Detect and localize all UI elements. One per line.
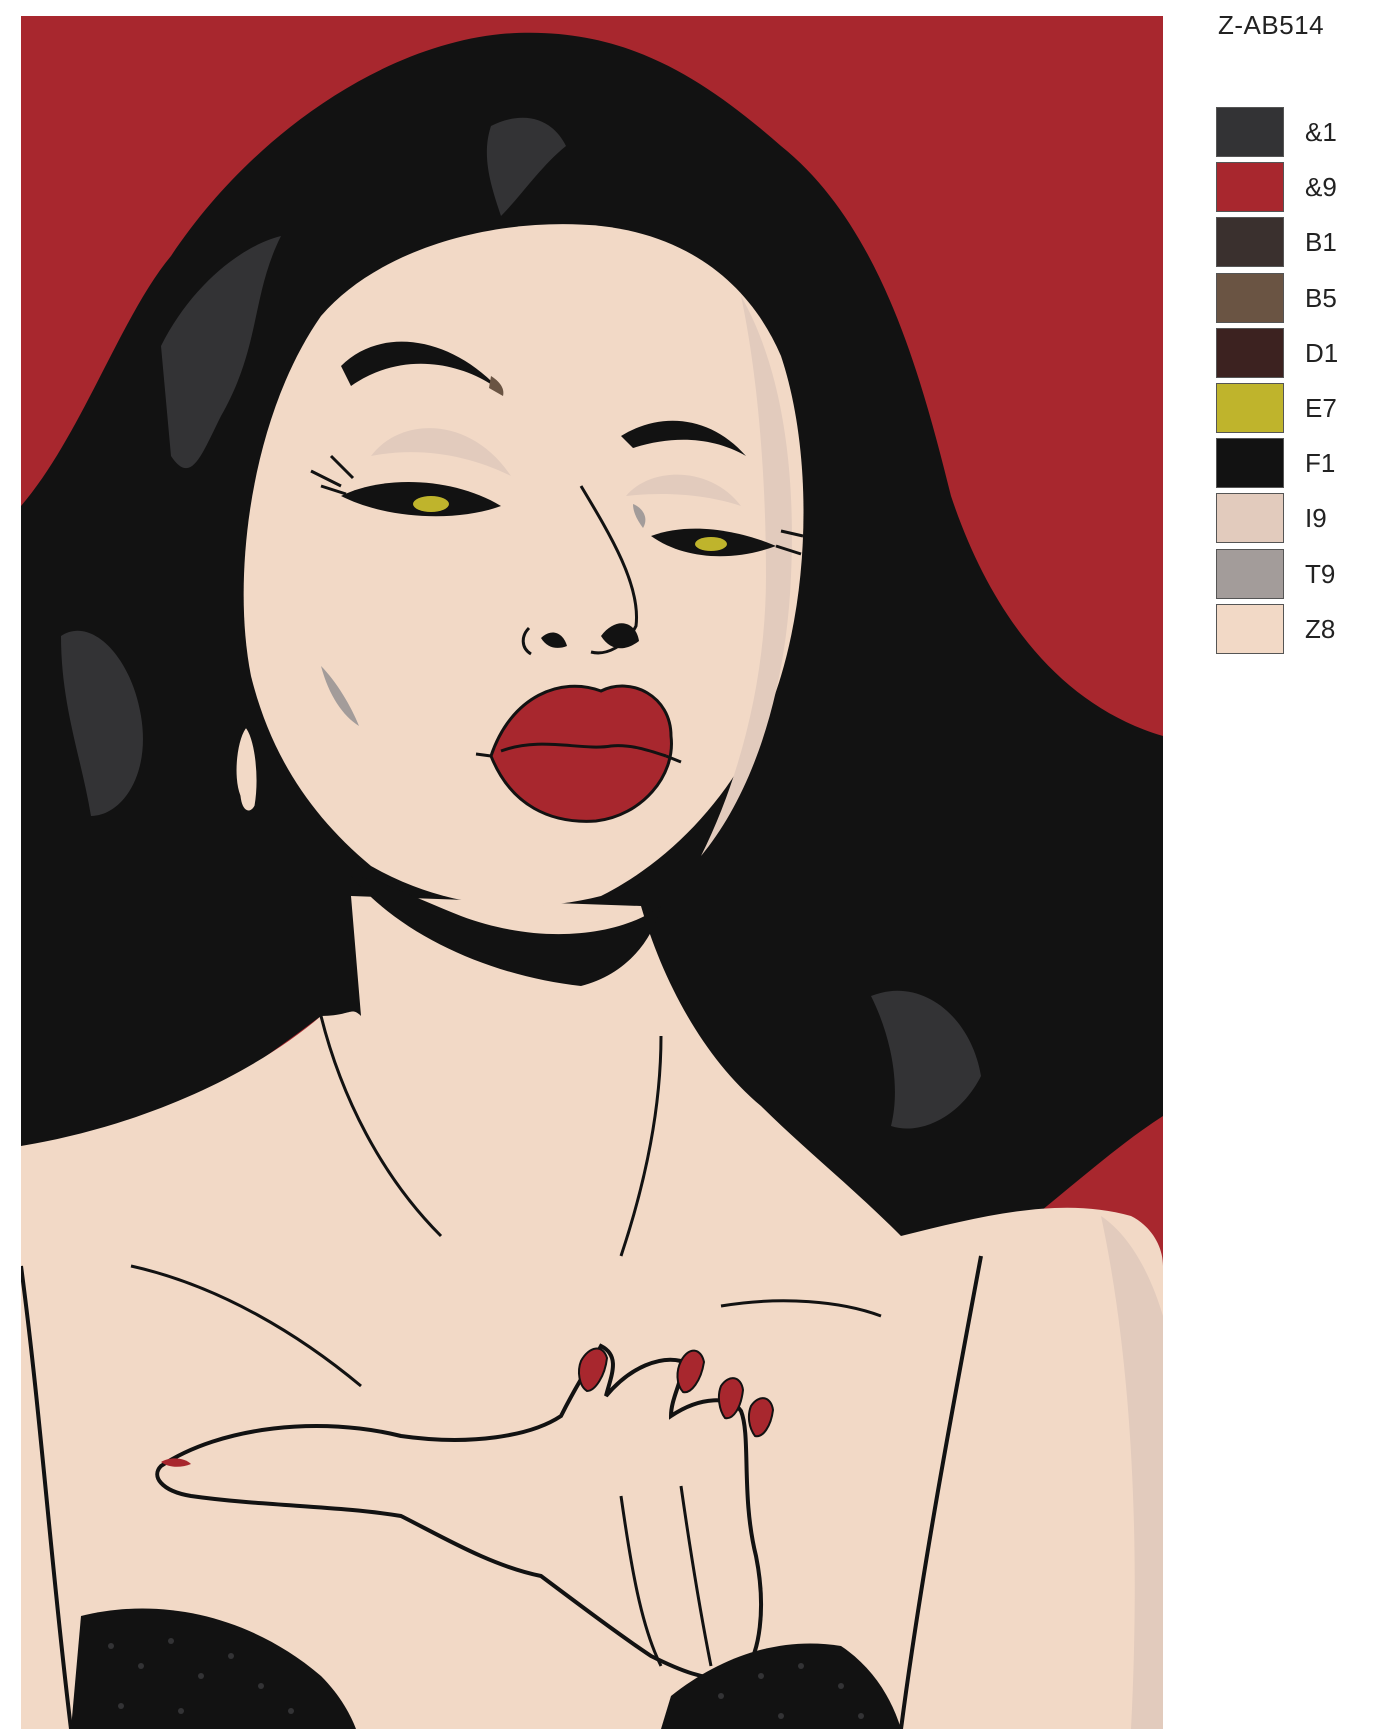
palette-row: F1 [1216,438,1366,493]
swatch-code: &1 [1305,117,1337,147]
palette-row: D1 [1216,327,1366,383]
color-swatch [1216,382,1284,433]
swatch-code: E7 [1305,392,1337,423]
palette-row: B1 [1216,217,1366,272]
palette-row: B5 [1216,272,1366,328]
palette-row: T9 [1216,548,1366,604]
swatch-code: Z8 [1305,613,1336,644]
swatch-code: I9 [1305,503,1327,534]
left-iris [413,496,449,512]
color-swatch [1216,548,1284,599]
swatch-code: F1 [1305,448,1336,479]
swatch-code: B1 [1305,227,1337,258]
palette-row: I9 [1216,493,1366,548]
swatch-code: &9 [1305,172,1337,203]
color-swatch [1216,162,1284,213]
lip-corner-left [475,752,492,758]
palette-row: Z8 [1216,603,1366,659]
palette-row: &1 [1216,107,1366,162]
color-swatch [1216,438,1284,489]
color-swatch [1216,603,1284,654]
swatch-code: D1 [1305,337,1339,368]
pop-art-illustration [21,16,1163,1729]
color-swatch [1216,327,1284,378]
right-iris [695,537,727,551]
color-swatch [1216,107,1284,157]
swatch-code: B5 [1305,282,1337,313]
color-swatch [1216,217,1284,268]
swatch-code: T9 [1305,558,1336,589]
pattern-code: Z-AB514 [1218,10,1325,40]
palette-row: &9 [1216,162,1366,217]
color-swatch [1216,493,1284,544]
color-swatch [1216,272,1284,323]
palette-row: E7 [1216,382,1366,438]
color-palette: &1 &9 B1 B5 D1 E7 F1 I9 T9 Z8 [1216,107,1366,659]
